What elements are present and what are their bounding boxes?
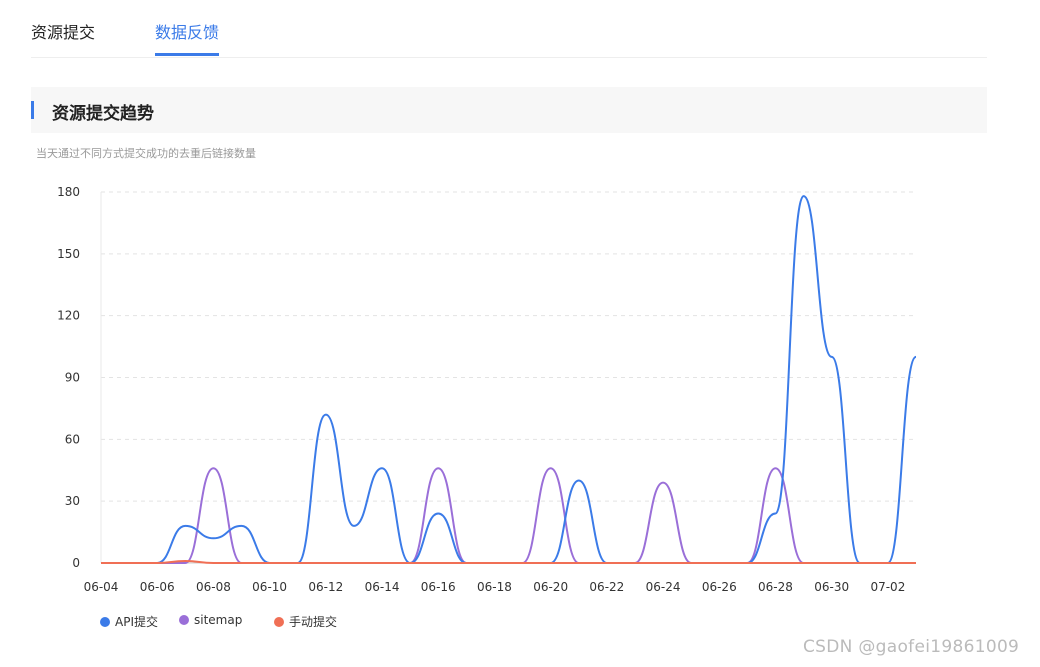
- section-accent-bar: [31, 101, 34, 119]
- x-tick-label: 06-14: [365, 580, 400, 594]
- section-header: 资源提交趋势: [31, 87, 987, 133]
- legend-label-api: API提交: [115, 615, 158, 629]
- series-line-sitemap: [100, 467, 916, 564]
- section-title: 资源提交趋势: [52, 104, 154, 124]
- legend-label-sitemap: sitemap: [194, 613, 243, 627]
- y-tick-label: 90: [65, 371, 80, 385]
- legend-item-manual[interactable]: 手动提交: [274, 613, 337, 630]
- tab-data-feedback[interactable]: 数据反馈: [155, 19, 219, 43]
- x-tick-label: 07-02: [870, 580, 905, 594]
- trend-line-chart: 0 30 60 90 120 150 180 06-04 06-06 06-08 06-10 06-1…: [57, 185, 917, 594]
- x-tick-label: 06-06: [140, 580, 175, 594]
- x-tick-label: 06-20: [533, 580, 568, 594]
- legend-dot-icon: [100, 617, 110, 627]
- y-tick-label: 30: [65, 494, 80, 508]
- y-tick-label: 0: [72, 556, 80, 570]
- section-subtitle: 当天通过不同方式提交成功的去重后链接数量: [36, 147, 256, 160]
- watermark: CSDN @gaofei19861009: [803, 637, 1020, 657]
- x-tick-label: 06-10: [252, 580, 287, 594]
- tab-bar: 资源提交 数据反馈: [31, 0, 987, 58]
- x-tick-label: 06-08: [196, 580, 231, 594]
- x-tick-label: 06-28: [758, 580, 793, 594]
- x-tick-label: 06-22: [589, 580, 624, 594]
- x-tick-label: 06-30: [814, 580, 849, 594]
- x-tick-label: 06-26: [702, 580, 737, 594]
- tab-resource-submit[interactable]: 资源提交: [31, 19, 95, 43]
- x-tick-label: 06-24: [646, 580, 681, 594]
- x-tick-label: 06-04: [84, 580, 119, 594]
- active-tab-indicator: [155, 53, 219, 56]
- legend-dot-icon: [274, 617, 284, 627]
- x-tick-label: 06-18: [477, 580, 512, 594]
- y-tick-label: 150: [57, 247, 80, 261]
- x-tick-label: 06-12: [308, 580, 343, 594]
- y-tick-label: 60: [65, 432, 80, 446]
- legend-item-api[interactable]: API提交: [100, 613, 158, 630]
- y-tick-label: 120: [57, 309, 80, 323]
- y-tick-label: 180: [57, 185, 80, 199]
- legend-label-manual: 手动提交: [289, 615, 338, 629]
- series-line-api: [100, 195, 917, 565]
- legend-dot-icon: [179, 615, 189, 625]
- series-line-manual: [100, 559, 916, 564]
- legend-item-sitemap[interactable]: sitemap: [179, 613, 242, 627]
- x-tick-label: 06-16: [421, 580, 456, 594]
